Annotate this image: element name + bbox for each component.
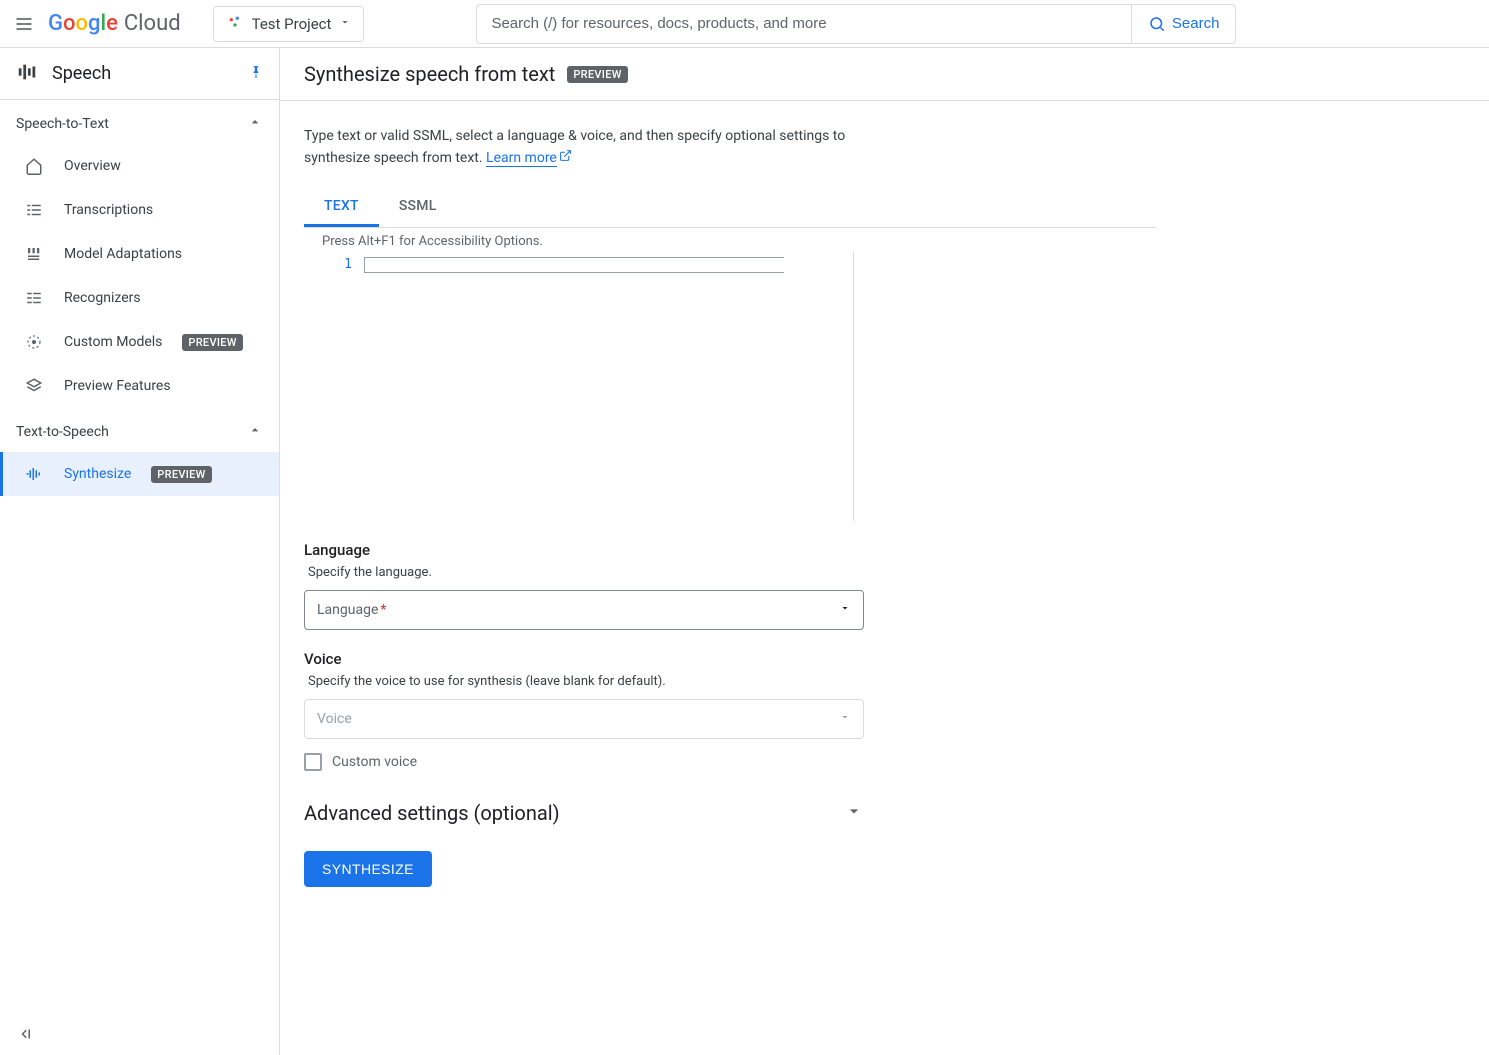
advanced-settings-toggle[interactable]: Advanced settings (optional) — [304, 801, 864, 825]
input-tabs: TEXT SSML — [304, 188, 1156, 228]
home-icon — [24, 157, 44, 175]
voice-hint: Specify the voice to use for synthesis (… — [308, 674, 1156, 689]
section-title: Text-to-Speech — [16, 424, 109, 440]
sidebar-header: Speech — [0, 48, 279, 100]
tab-ssml[interactable]: SSML — [379, 188, 457, 227]
editor-gutter: 1 — [304, 251, 364, 521]
line-number: 1 — [344, 257, 352, 272]
project-icon — [226, 13, 244, 35]
sidebar-section-speech-to-text[interactable]: Speech-to-Text — [0, 100, 279, 144]
caret-down-icon — [339, 16, 351, 32]
page-header: Synthesize speech from text PREVIEW — [280, 48, 1489, 101]
language-hint: Specify the language. — [308, 565, 1156, 580]
sidebar-section-text-to-speech[interactable]: Text-to-Speech — [0, 408, 279, 452]
caret-down-icon — [839, 602, 851, 618]
sidebar-item-label: Transcriptions — [64, 202, 153, 218]
sidebar: Speech Speech-to-Text Overview Transcrip… — [0, 48, 280, 1055]
voice-select[interactable]: Voice — [304, 699, 864, 739]
tab-text[interactable]: TEXT — [304, 188, 379, 227]
layers-icon — [24, 377, 44, 395]
sidebar-item-label: Recognizers — [64, 290, 141, 306]
voice-heading: Voice — [304, 650, 1156, 668]
lines-icon — [24, 289, 44, 307]
sidebar-item-label: Synthesize — [64, 466, 131, 482]
learn-more-link[interactable]: Learn more — [486, 150, 557, 167]
chevron-up-icon — [247, 114, 263, 134]
sidebar-item-label: Custom Models — [64, 334, 162, 350]
page-description: Type text or valid SSML, select a langua… — [304, 125, 864, 170]
preview-badge: PREVIEW — [182, 334, 242, 351]
synthesize-button[interactable]: SYNTHESIZE — [304, 851, 432, 887]
search-button-label: Search — [1172, 15, 1220, 32]
menu-icon[interactable] — [12, 12, 36, 36]
preview-badge: PREVIEW — [567, 66, 627, 83]
sidebar-item-label: Model Adaptations — [64, 246, 182, 262]
sidebar-item-preview-features[interactable]: Preview Features — [0, 364, 279, 408]
pin-icon[interactable] — [249, 65, 263, 83]
text-editor[interactable]: 1 — [304, 251, 854, 521]
editor-body[interactable] — [364, 251, 853, 521]
custom-voice-label: Custom voice — [332, 754, 417, 770]
sidebar-item-recognizers[interactable]: Recognizers — [0, 276, 279, 320]
sidebar-title: Speech — [52, 63, 111, 84]
sidebar-item-synthesize[interactable]: Synthesize PREVIEW — [0, 452, 279, 496]
custom-voice-checkbox[interactable] — [304, 753, 322, 771]
chevron-up-icon — [247, 422, 263, 442]
custom-voice-row: Custom voice — [304, 753, 1156, 771]
target-icon — [24, 333, 44, 351]
search-button[interactable]: Search — [1131, 5, 1236, 43]
caret-down-icon — [839, 711, 851, 727]
external-link-icon — [559, 150, 572, 166]
chevron-down-icon — [844, 801, 864, 825]
search-bar: Search — [476, 4, 1236, 44]
select-placeholder: Voice — [317, 711, 352, 727]
list-icon — [24, 201, 44, 219]
bars-icon — [24, 245, 44, 263]
google-cloud-logo[interactable]: Google Cloud — [48, 11, 181, 36]
sidebar-item-overview[interactable]: Overview — [0, 144, 279, 188]
language-heading: Language — [304, 541, 1156, 559]
main-content: Synthesize speech from text PREVIEW Type… — [280, 48, 1489, 1055]
language-field-group: Language Specify the language. Language* — [304, 541, 1156, 630]
search-icon — [1148, 15, 1166, 33]
search-input[interactable] — [477, 5, 1130, 43]
sidebar-item-custom-models[interactable]: Custom Models PREVIEW — [0, 320, 279, 364]
voice-field-group: Voice Specify the voice to use for synth… — [304, 650, 1156, 771]
collapse-sidebar-icon[interactable] — [18, 1025, 36, 1047]
sidebar-item-label: Overview — [64, 158, 121, 174]
preview-badge: PREVIEW — [151, 466, 211, 483]
project-name: Test Project — [252, 15, 332, 33]
accessibility-hint: Press Alt+F1 for Accessibility Options. — [304, 228, 1156, 251]
wave-icon — [24, 465, 44, 483]
sidebar-item-model-adaptations[interactable]: Model Adaptations — [0, 232, 279, 276]
speech-product-icon — [16, 61, 38, 87]
section-title: Speech-to-Text — [16, 116, 109, 132]
sidebar-item-transcriptions[interactable]: Transcriptions — [0, 188, 279, 232]
sidebar-item-label: Preview Features — [64, 378, 171, 394]
language-select[interactable]: Language* — [304, 590, 864, 630]
advanced-heading: Advanced settings (optional) — [304, 801, 560, 825]
page-title: Synthesize speech from text — [304, 62, 555, 86]
project-picker[interactable]: Test Project — [213, 6, 365, 42]
select-placeholder: Language — [317, 602, 378, 618]
top-bar: Google Cloud Test Project Search — [0, 0, 1489, 48]
